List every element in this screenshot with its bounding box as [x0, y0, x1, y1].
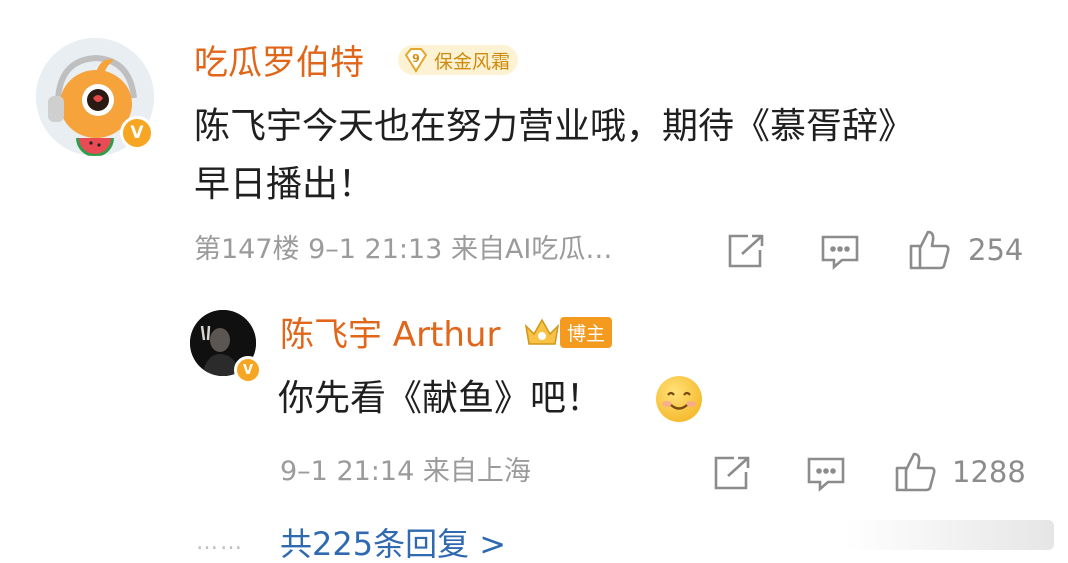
blogger-badge[interactable]: 博主: [522, 314, 613, 350]
smile-emoji-icon: [654, 374, 704, 424]
comment-meta: 第147楼 9–1 21:13 来自AI吃瓜…: [194, 234, 613, 265]
share-icon[interactable]: [712, 454, 752, 496]
reply-meta: 9–1 21:14 来自上海: [280, 456, 531, 487]
like-icon[interactable]: [894, 450, 938, 498]
share-icon[interactable]: [726, 232, 766, 274]
watermark: [844, 520, 1054, 550]
comment-icon[interactable]: [806, 456, 846, 496]
view-all-replies-link[interactable]: 共225条回复 >: [280, 528, 506, 560]
comment-like-count: 254: [968, 233, 1024, 267]
blogger-badge-label: 博主: [560, 316, 613, 348]
diamond-level-icon: 9: [404, 48, 428, 73]
reply-text: 你先看《献鱼》吧！: [278, 378, 603, 419]
reply-like-count: 1288: [952, 455, 1026, 489]
comment-icon[interactable]: [820, 234, 860, 274]
comment-text-line-2: 早日播出！: [194, 164, 375, 205]
like-icon[interactable]: [908, 228, 952, 276]
badge-label: 保金风霜: [434, 50, 511, 73]
verified-icon: V: [120, 116, 154, 150]
thread-dots: ……: [196, 530, 244, 555]
crown-icon: [524, 318, 560, 345]
comment-text-line-1: 陈飞宇今天也在努力营业哦，期待《慕胥辞》: [194, 106, 915, 147]
badge-level-number: 9: [412, 52, 420, 65]
commenter-username[interactable]: 吃瓜罗伯特: [194, 46, 364, 80]
replier-username[interactable]: 陈飞宇 Arthur: [280, 318, 500, 352]
verified-icon: V: [234, 356, 262, 384]
fan-badge[interactable]: 9 保金风霜: [398, 45, 519, 75]
